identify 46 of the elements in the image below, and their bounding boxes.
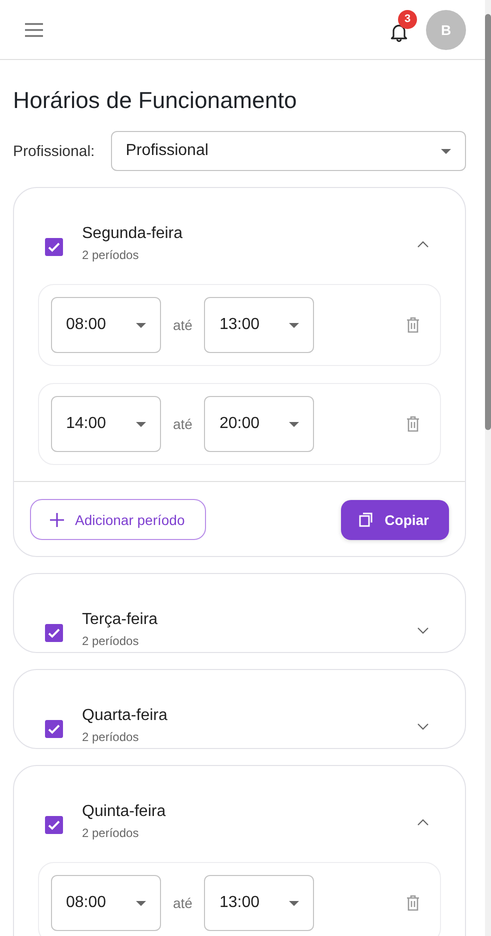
time-select[interactable]: 14:00 bbox=[51, 396, 161, 452]
period-count: 2 períodos bbox=[82, 730, 140, 744]
chevron-up-icon[interactable] bbox=[417, 818, 429, 826]
dropdown-caret-icon bbox=[136, 422, 146, 426]
separator-text: até bbox=[173, 895, 192, 911]
time-select[interactable]: 08:00 bbox=[51, 297, 161, 353]
separator-text: até bbox=[173, 416, 192, 432]
checkbox[interactable] bbox=[45, 816, 63, 834]
dropdown-caret-icon bbox=[136, 900, 146, 906]
menu-icon[interactable] bbox=[24, 22, 44, 38]
page-title: Horários de Funcionamento bbox=[13, 87, 298, 114]
time-select[interactable]: 08:00 bbox=[51, 875, 161, 931]
copy-icon bbox=[358, 512, 373, 527]
dropdown-caret-icon bbox=[136, 322, 146, 328]
dropdown-caret-icon bbox=[289, 422, 300, 426]
day-name: Terça-feira bbox=[82, 610, 159, 630]
professional-select[interactable]: Profissional bbox=[110, 131, 466, 171]
plus-icon bbox=[49, 512, 65, 528]
trash-icon[interactable] bbox=[406, 895, 420, 911]
day-name: Quarta-feira bbox=[82, 706, 168, 726]
add-period-button[interactable]: Adicionar período bbox=[30, 499, 206, 540]
chevron-down-icon[interactable] bbox=[417, 626, 429, 634]
separator-text: até bbox=[173, 317, 192, 333]
period-count: 2 períodos bbox=[82, 826, 140, 840]
checkbox[interactable] bbox=[45, 238, 63, 256]
time-select[interactable]: 13:00 bbox=[204, 297, 314, 353]
period-count: 2 períodos bbox=[82, 634, 140, 648]
dropdown-caret-icon bbox=[289, 900, 300, 906]
dropdown-caret-icon bbox=[289, 322, 300, 328]
dropdown-caret-icon bbox=[441, 148, 451, 154]
checkbox[interactable] bbox=[45, 624, 63, 642]
checkbox[interactable] bbox=[45, 720, 63, 738]
period-count: 2 períodos bbox=[82, 248, 140, 262]
time-select[interactable]: 13:00 bbox=[204, 875, 314, 931]
day-name: Segunda-feira bbox=[82, 224, 184, 244]
field-label: Profissional: bbox=[13, 142, 95, 160]
scrollbar[interactable] bbox=[485, 0, 491, 936]
trash-icon[interactable] bbox=[406, 317, 420, 333]
chevron-up-icon[interactable] bbox=[417, 240, 429, 248]
chevron-down-icon[interactable] bbox=[417, 722, 429, 730]
trash-icon[interactable] bbox=[406, 416, 420, 432]
copy-button[interactable]: Copiar bbox=[340, 500, 449, 540]
scrollbar-thumb[interactable] bbox=[485, 14, 491, 430]
day-name: Quinta-feira bbox=[82, 802, 167, 822]
notification-badge: 3 bbox=[398, 10, 417, 28]
time-select[interactable]: 20:00 bbox=[204, 396, 314, 452]
